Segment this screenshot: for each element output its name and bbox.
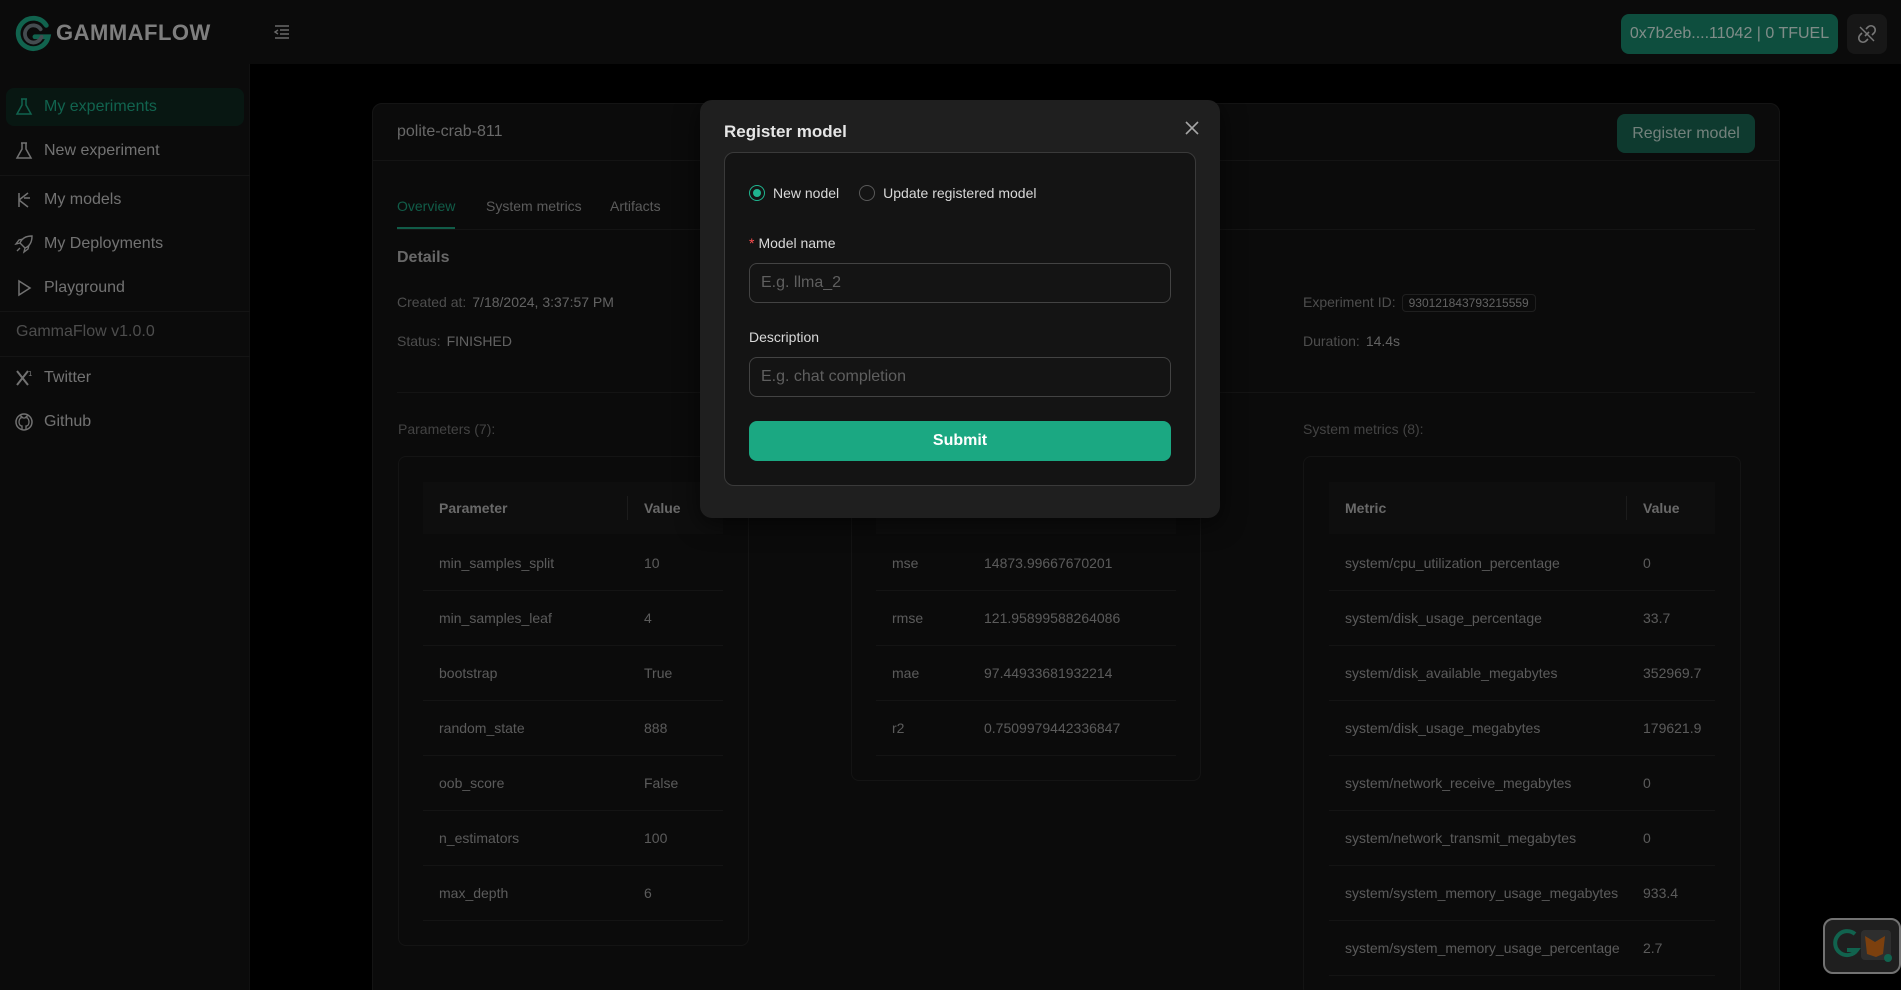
- description-label: Description: [749, 329, 820, 345]
- description-input[interactable]: [749, 357, 1171, 397]
- radio-checked-icon: [749, 185, 765, 201]
- radio-unchecked-icon: [859, 185, 876, 201]
- register-form: New nodel Update registered model * Model…: [724, 152, 1196, 486]
- model-name-input[interactable]: [749, 263, 1171, 303]
- submit-button[interactable]: Submit: [749, 421, 1171, 461]
- modal-title: Register model: [724, 122, 847, 141]
- close-icon[interactable]: [1182, 118, 1202, 138]
- required-asterisk: *: [749, 235, 755, 251]
- radio-update-registered-model[interactable]: Update registered model: [859, 185, 1036, 201]
- model-type-radio-group: New nodel Update registered model: [749, 185, 1036, 201]
- radio-new-model[interactable]: New nodel: [749, 185, 839, 201]
- model-name-label: * Model name: [749, 235, 836, 251]
- register-model-modal: Register model New nodel Update register…: [700, 100, 1220, 518]
